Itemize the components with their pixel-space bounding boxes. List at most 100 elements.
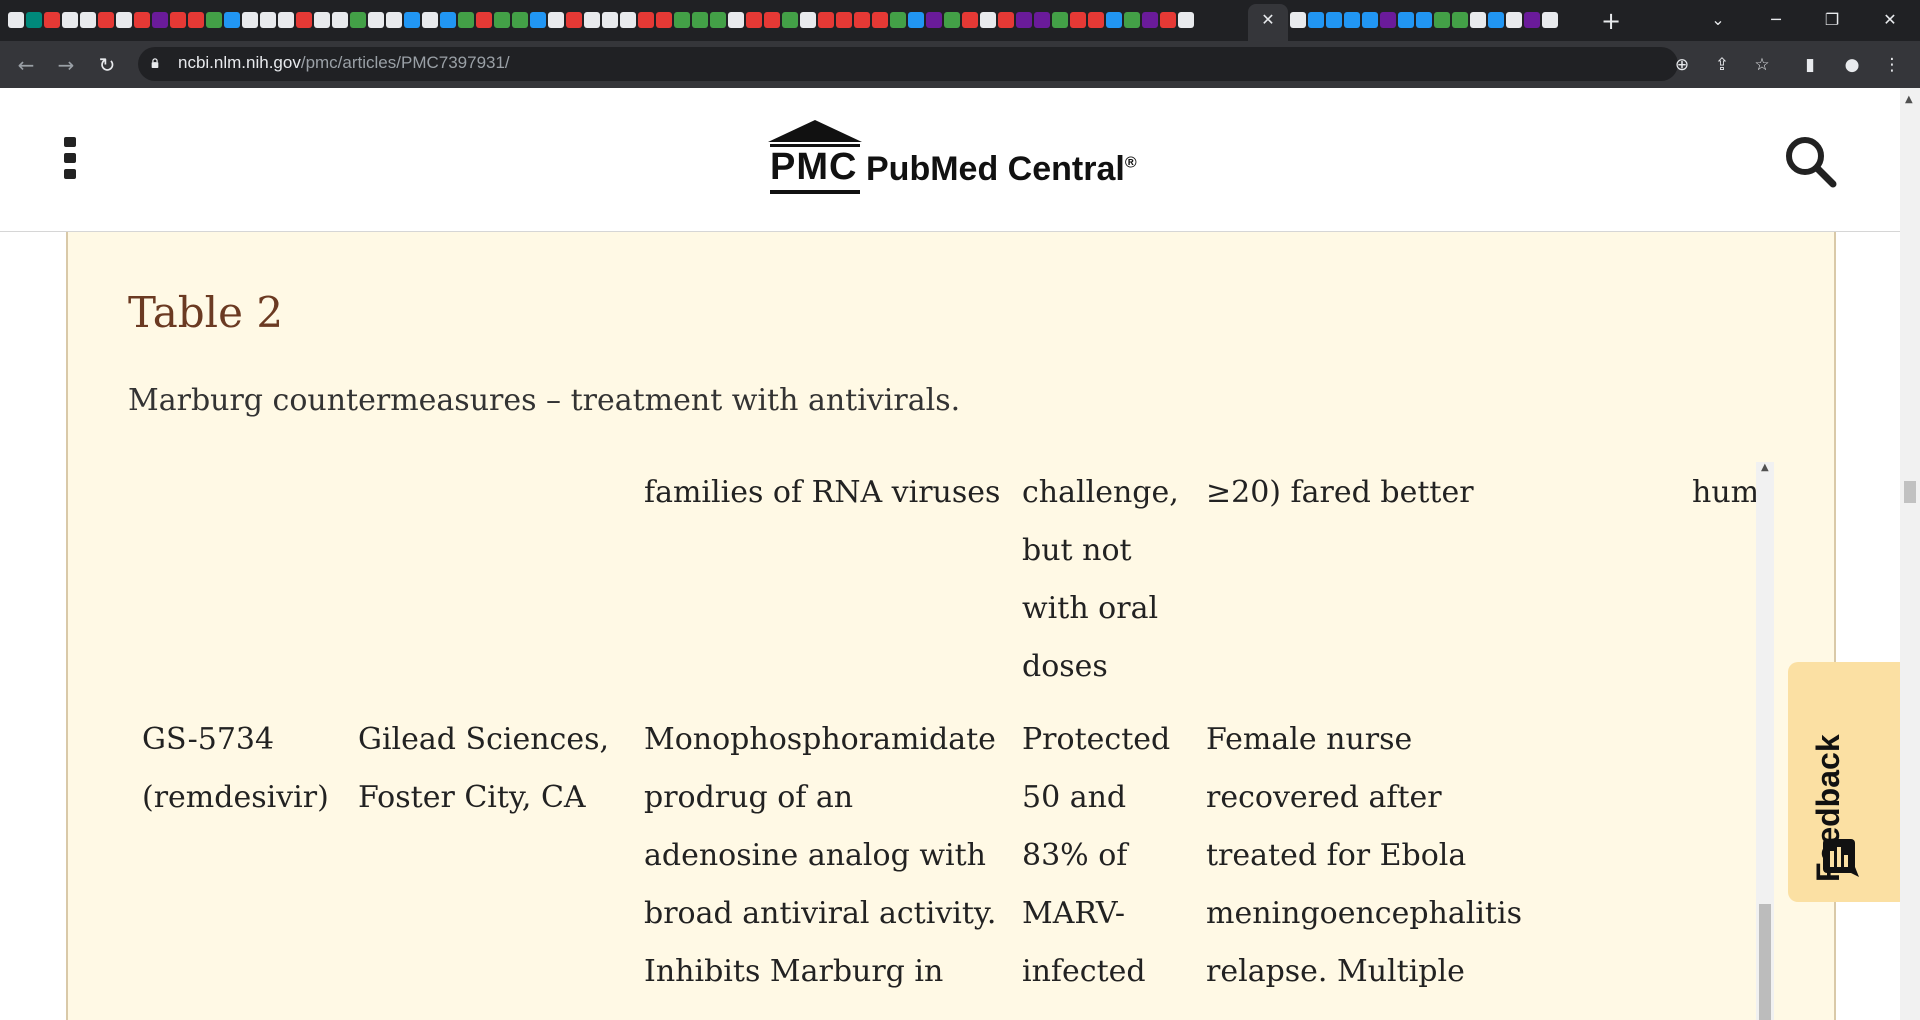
tab-favicon-icon[interactable]	[728, 12, 744, 28]
tab-favicon-icon[interactable]	[476, 12, 492, 28]
tab-favicon-icon[interactable]	[746, 12, 762, 28]
tab-favicon-icon[interactable]	[1106, 12, 1122, 28]
url-text[interactable]: ncbi.nlm.nih.gov/pmc/articles/PMC7397931…	[178, 53, 510, 73]
tab-favicon-icon[interactable]	[350, 12, 366, 28]
tab-close-icon[interactable]: ✕	[1258, 9, 1278, 31]
tab-favicon-icon[interactable]	[800, 12, 816, 28]
tab-favicon-icon[interactable]	[1016, 12, 1032, 28]
tab-favicon-icon[interactable]	[1160, 12, 1176, 28]
tab-favicon-icon[interactable]	[674, 12, 690, 28]
tab-favicon-icon[interactable]	[836, 12, 852, 28]
tab-favicon-icon[interactable]	[188, 12, 204, 28]
share-icon[interactable]: ⇪	[1710, 53, 1734, 77]
tab-favicon-icon[interactable]	[638, 12, 654, 28]
tab-favicon-icon[interactable]	[1326, 12, 1342, 28]
tab-favicon-icon[interactable]	[368, 12, 384, 28]
scroll-up-icon[interactable]: ▲	[1905, 94, 1913, 105]
tab-favicon-icon[interactable]	[566, 12, 582, 28]
tab-favicon-icon[interactable]	[530, 12, 546, 28]
tab-favicon-icon[interactable]	[80, 12, 96, 28]
tab-favicon-icon[interactable]	[818, 12, 834, 28]
tab-favicon-icon[interactable]	[332, 12, 348, 28]
tab-favicon-icon[interactable]	[512, 12, 528, 28]
more-icon[interactable]: ⋮	[1880, 53, 1904, 77]
tab-favicon-icon[interactable]	[1070, 12, 1086, 28]
tab-favicon-icon[interactable]	[1452, 12, 1468, 28]
lock-icon[interactable]	[150, 58, 160, 68]
tab-favicon-icon[interactable]	[116, 12, 132, 28]
tab-favicon-icon[interactable]	[1470, 12, 1486, 28]
side-panel-icon[interactable]: ▮	[1798, 53, 1822, 77]
tab-favicon-icon[interactable]	[242, 12, 258, 28]
reload-icon[interactable]: ↻	[93, 51, 121, 79]
tab-favicon-icon[interactable]	[206, 12, 222, 28]
tab-favicon-icon[interactable]	[422, 12, 438, 28]
tab-search-icon[interactable]: ⌄	[1700, 6, 1736, 34]
tab-favicon-icon[interactable]	[8, 12, 24, 28]
table-scrollbar[interactable]: ▲	[1756, 462, 1774, 1020]
tab-favicon-icon[interactable]	[296, 12, 312, 28]
new-tab-button[interactable]: +	[1598, 8, 1624, 34]
table-scroll-up-icon[interactable]: ▲	[1761, 462, 1769, 473]
tab-favicon-icon[interactable]	[962, 12, 978, 28]
tab-favicon-icon[interactable]	[494, 12, 510, 28]
zoom-icon[interactable]: ⊕	[1670, 53, 1694, 77]
profile-icon[interactable]: ●	[1840, 53, 1864, 77]
tab-favicon-icon[interactable]	[458, 12, 474, 28]
page-scrollbar[interactable]: ▲	[1900, 88, 1920, 1020]
search-icon[interactable]	[1783, 134, 1837, 188]
tab-favicon-icon[interactable]	[872, 12, 888, 28]
star-icon[interactable]: ☆	[1750, 53, 1774, 77]
tab-favicon-icon[interactable]	[1088, 12, 1104, 28]
tab-favicon-icon[interactable]	[404, 12, 420, 28]
tab-favicons[interactable]	[8, 9, 1246, 31]
back-icon[interactable]: ←	[12, 51, 40, 79]
table-scroll-thumb[interactable]	[1759, 904, 1771, 1020]
tab-favicon-icon[interactable]	[548, 12, 564, 28]
tab-favicon-icon[interactable]	[1124, 12, 1140, 28]
tab-favicon-icon[interactable]	[1398, 12, 1414, 28]
tab-favicon-icon[interactable]	[314, 12, 330, 28]
tab-favicon-icon[interactable]	[62, 12, 78, 28]
minimize-button[interactable]: ─	[1758, 6, 1794, 34]
tab-favicon-icon[interactable]	[1344, 12, 1360, 28]
page-scroll-thumb[interactable]	[1904, 481, 1916, 503]
tab-favicon-icon[interactable]	[926, 12, 942, 28]
feedback-button[interactable]: Feedback	[1788, 662, 1900, 902]
tab-favicon-icon[interactable]	[278, 12, 294, 28]
tab-favicon-icon[interactable]	[98, 12, 114, 28]
close-window-button[interactable]: ✕	[1872, 6, 1908, 34]
tab-favicon-icon[interactable]	[656, 12, 672, 28]
tab-favicon-icon[interactable]	[890, 12, 906, 28]
tab-favicon-icon[interactable]	[1034, 12, 1050, 28]
tab-favicon-icon[interactable]	[1052, 12, 1068, 28]
tab-favicon-icon[interactable]	[1178, 12, 1194, 28]
tab-favicon-icon[interactable]	[224, 12, 240, 28]
tab-favicon-icon[interactable]	[1362, 12, 1378, 28]
tab-favicon-icon[interactable]	[782, 12, 798, 28]
menu-icon[interactable]	[64, 137, 78, 181]
tab-favicon-icon[interactable]	[1488, 12, 1504, 28]
tab-favicon-icon[interactable]	[1308, 12, 1324, 28]
tab-favicon-icon[interactable]	[1434, 12, 1450, 28]
tab-favicons-right[interactable]	[1290, 9, 1580, 31]
tab-favicon-icon[interactable]	[152, 12, 168, 28]
tab-favicon-icon[interactable]	[1290, 12, 1306, 28]
tab-favicon-icon[interactable]	[1142, 12, 1158, 28]
forward-icon[interactable]: →	[52, 51, 80, 79]
tab-favicon-icon[interactable]	[584, 12, 600, 28]
tab-favicon-icon[interactable]	[386, 12, 402, 28]
tab-favicon-icon[interactable]	[692, 12, 708, 28]
tab-favicon-icon[interactable]	[998, 12, 1014, 28]
tab-favicon-icon[interactable]	[764, 12, 780, 28]
tab-favicon-icon[interactable]	[908, 12, 924, 28]
tab-favicon-icon[interactable]	[854, 12, 870, 28]
tab-favicon-icon[interactable]	[710, 12, 726, 28]
tab-favicon-icon[interactable]	[440, 12, 456, 28]
tab-favicon-icon[interactable]	[980, 12, 996, 28]
tab-favicon-icon[interactable]	[1380, 12, 1396, 28]
table-scroll-area[interactable]: families of RNA viruses challenge, but n…	[128, 460, 1818, 1020]
tab-favicon-icon[interactable]	[1524, 12, 1540, 28]
tab-favicon-icon[interactable]	[944, 12, 960, 28]
restore-button[interactable]: ❐	[1814, 6, 1850, 34]
